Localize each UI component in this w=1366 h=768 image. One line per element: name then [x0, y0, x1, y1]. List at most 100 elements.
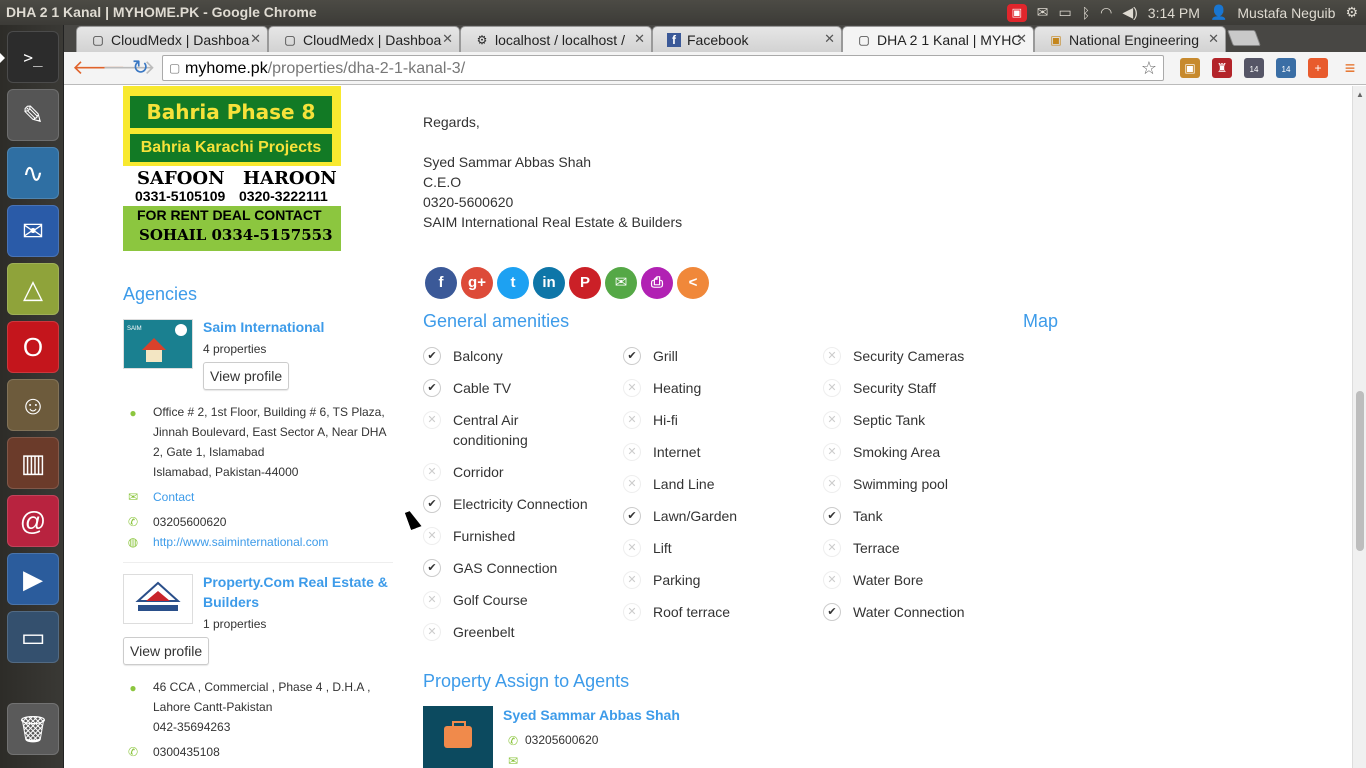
gimp-icon[interactable]: ☺ [7, 379, 59, 431]
image-viewer-icon[interactable]: ▭ [7, 611, 59, 663]
divider [123, 562, 393, 563]
print-share-icon[interactable]: ⎙ [641, 267, 673, 299]
close-icon[interactable]: ✕ [1016, 31, 1027, 47]
banner-name-2: HAROON [243, 168, 337, 189]
cross-icon: ✕ [423, 527, 441, 545]
twitter-share-icon[interactable]: t [497, 267, 529, 299]
view-profile-button[interactable]: View profile [123, 637, 210, 665]
app-red-icon[interactable]: @ [7, 495, 59, 547]
user-name[interactable]: Mustafa Neguib [1237, 5, 1335, 21]
tab-dha-active[interactable]: ▢ DHA 2 1 Kanal | MYHC ✕ [842, 26, 1034, 52]
page-scrollbar[interactable]: ▲ [1352, 86, 1366, 768]
amenity-label: Water Connection [853, 604, 965, 620]
tab-cloudmedx-1[interactable]: ▢ CloudMedx | Dashboa ✕ [76, 26, 268, 52]
amenity-label: Balcony [453, 348, 503, 364]
design-tool-icon[interactable]: △ [7, 263, 59, 315]
amenity-label: Lawn/Garden [653, 508, 738, 524]
agency-contact-link[interactable]: Contact [153, 487, 194, 507]
menu-icon[interactable]: ≡ [1340, 58, 1360, 78]
banner-name-1: SAFOON [137, 168, 225, 189]
terminal-icon[interactable]: >_ [0, 31, 59, 83]
cross-icon: ✕ [823, 475, 841, 493]
os-top-panel: DHA 2 1 Kanal | MYHOME.PK - Google Chrom… [0, 0, 1366, 25]
amenity-label: Furnished [453, 528, 516, 544]
bluetooth-icon[interactable]: ᛒ [1082, 5, 1090, 21]
cross-icon: ✕ [823, 571, 841, 589]
inkscape-icon[interactable]: ✎ [7, 89, 59, 141]
system-tray: ▣ ✉ ▭ ᛒ ◠ ◀) 3:14 PM 👤 Mustafa Neguib ⚙ [1006, 0, 1366, 25]
close-icon[interactable]: ✕ [442, 31, 453, 47]
envelope-icon: ✉ [507, 754, 519, 768]
cross-icon: ✕ [623, 539, 641, 557]
agency-name[interactable]: Saim International [203, 317, 324, 337]
globe-icon: ◍ [127, 535, 139, 549]
facebook-share-icon[interactable]: f [425, 267, 457, 299]
check-icon: ✔ [423, 559, 441, 577]
volume-icon[interactable]: ◀) [1122, 4, 1137, 21]
scroll-up-icon[interactable]: ▲ [1356, 90, 1364, 99]
banner-line-1: Bahria Phase 8 [130, 96, 332, 128]
battery-icon[interactable]: ▭ [1059, 4, 1072, 21]
ad-banner[interactable]: Bahria Phase 8 Bahria Karachi Projects S… [123, 86, 341, 251]
extension-icon[interactable]: 14 [1276, 58, 1296, 78]
tab-facebook[interactable]: f Facebook ✕ [652, 26, 842, 52]
amenity-label: Grill [653, 348, 678, 364]
amenity-label: Terrace [853, 540, 900, 556]
amenity-label: Smoking Area [853, 444, 941, 460]
close-icon[interactable]: ✕ [634, 31, 645, 47]
banner-line-2: Bahria Karachi Projects [130, 134, 332, 162]
close-icon[interactable]: ✕ [250, 31, 261, 47]
system-monitor-icon[interactable]: ∿ [7, 147, 59, 199]
tab-national-engineering[interactable]: ▣ National Engineering ✕ [1034, 26, 1226, 52]
more-share-icon[interactable]: < [677, 267, 709, 299]
amenity-label: Septic Tank [853, 412, 926, 428]
address-bar[interactable]: ▢ myhome.pk/properties/dha-2-1-kanal-3/ … [162, 55, 1164, 81]
amenity-label: Cable TV [453, 380, 512, 396]
extension-icon[interactable]: ▣ [1180, 58, 1200, 78]
trash-icon[interactable]: 🗑 [7, 703, 59, 755]
new-tab-button[interactable] [1227, 30, 1261, 46]
books-icon[interactable]: ▥ [7, 437, 59, 489]
check-icon: ✔ [823, 507, 841, 525]
opera-icon[interactable]: O [7, 321, 59, 373]
extension-icon[interactable]: ♜ [1212, 58, 1232, 78]
close-icon[interactable]: ✕ [1208, 31, 1219, 47]
email-share-icon[interactable]: ✉ [605, 267, 637, 299]
propertycom-logo[interactable] [123, 574, 193, 624]
close-icon[interactable]: ✕ [824, 31, 835, 47]
agency-name-line-2[interactable]: Builders [203, 592, 259, 612]
scrollbar-thumb[interactable] [1356, 391, 1364, 551]
mail-icon[interactable]: ✉ [1037, 4, 1049, 21]
amenity-label: Land Line [653, 476, 715, 492]
gear-icon[interactable]: ⚙ [1345, 4, 1358, 21]
extension-icon[interactable]: 14 [1244, 58, 1264, 78]
wifi-icon[interactable]: ◠ [1100, 4, 1112, 21]
cross-icon: ✕ [823, 443, 841, 461]
cross-icon: ✕ [623, 379, 641, 397]
tab-cloudmedx-2[interactable]: ▢ CloudMedx | Dashboa ✕ [268, 26, 460, 52]
amenity-label: Security Staff [853, 380, 937, 396]
googleplus-share-icon[interactable]: g+ [461, 267, 493, 299]
linkedin-share-icon[interactable]: in [533, 267, 565, 299]
star-icon[interactable]: ☆ [1141, 58, 1157, 79]
media-player-icon[interactable]: ▶ [7, 553, 59, 605]
saim-logo[interactable]: SAIM [123, 319, 193, 369]
user-icon: 👤 [1209, 4, 1228, 20]
cross-icon: ✕ [623, 603, 641, 621]
clock[interactable]: 3:14 PM [1148, 5, 1200, 21]
agent-name[interactable]: Syed Sammar Abbas Shah [503, 705, 680, 725]
add-icon[interactable]: + [1308, 58, 1328, 78]
check-icon: ✔ [423, 379, 441, 397]
tab-localhost[interactable]: ⚙ localhost / localhost / ✕ [460, 26, 652, 52]
view-profile-button[interactable]: View profile [203, 362, 290, 390]
reload-icon[interactable]: ↻ [132, 57, 149, 79]
recorder-icon[interactable]: ▣ [1006, 3, 1027, 22]
tab-label: Facebook [687, 32, 749, 48]
thunderbird-icon[interactable]: ✉ [7, 205, 59, 257]
agency-phone: 03205600620 [153, 515, 227, 529]
agency-website[interactable]: http://www.saiminternational.com [153, 532, 328, 552]
agency-name-line-1[interactable]: Property.Com Real Estate & [203, 572, 388, 592]
tab-label: DHA 2 1 Kanal | MYHC [877, 32, 1022, 48]
pinterest-share-icon[interactable]: P [569, 267, 601, 299]
cross-icon: ✕ [823, 379, 841, 397]
